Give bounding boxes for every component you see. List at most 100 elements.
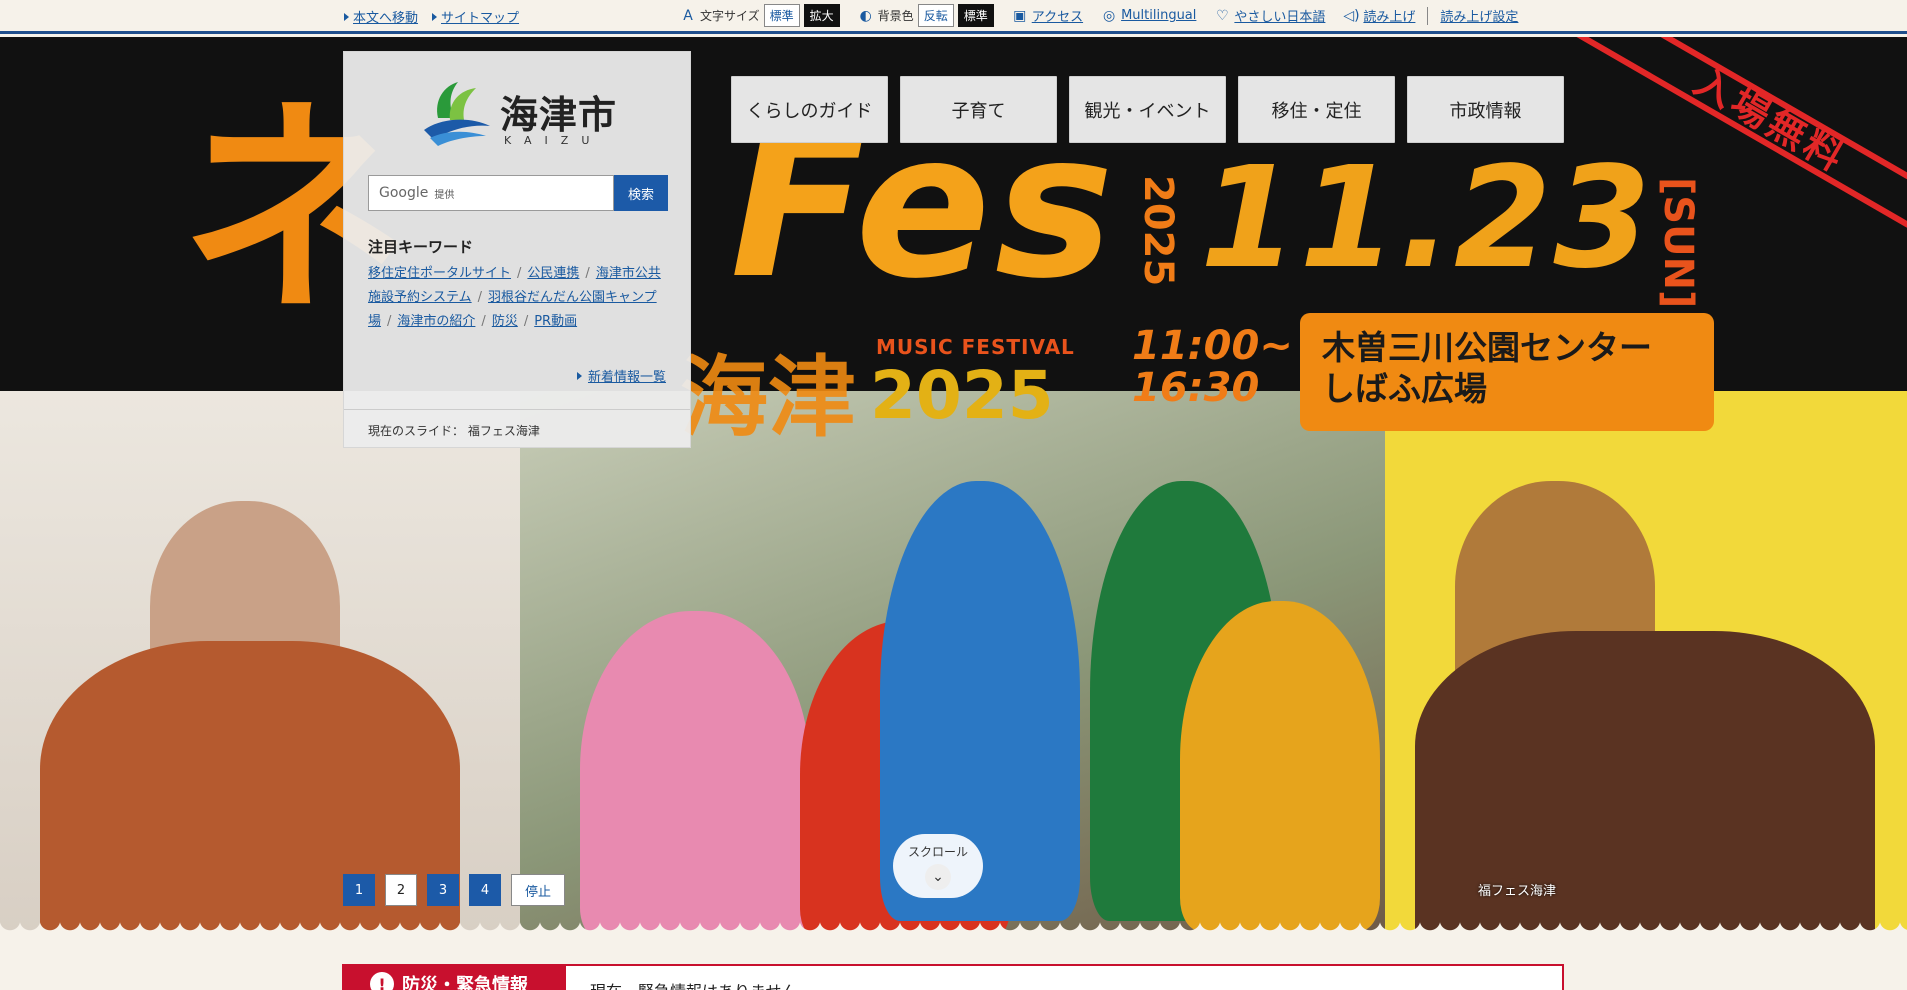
triangle-icon: [432, 12, 438, 21]
banner-venue-line2: しばふ広場: [1322, 369, 1487, 409]
emergency-info-label: 防災・緊急情報: [402, 975, 528, 990]
current-slide-status: 現在のスライド： 福フェス海津: [344, 409, 690, 449]
keywords-title: 注目キーワード: [368, 238, 474, 256]
artist-photo-right: [1385, 391, 1907, 935]
global-nav: くらしのガイド 子育て 観光・イベント 移住・定住 市政情報: [731, 76, 1564, 143]
nav-tab-living-guide[interactable]: くらしのガイド: [731, 76, 888, 143]
keyword-separator: /: [481, 314, 486, 329]
scroll-label: スクロール: [907, 844, 968, 859]
font-size-label: 文字サイズ: [700, 9, 760, 23]
banner-venue-line1: 木曽三川公園センター: [1322, 328, 1652, 367]
easy-japanese-link-group[interactable]: ♡ やさしい日本語: [1214, 6, 1325, 26]
banner-day: [SUN]: [1655, 177, 1701, 309]
multilingual-link-group[interactable]: ◎ Multilingual: [1101, 8, 1196, 24]
banner-venue: 木曽三川公園センター しばふ広場: [1300, 313, 1714, 431]
sitemap-label: サイトマップ: [441, 11, 520, 26]
news-list-label: 新着情報一覧: [587, 370, 666, 385]
utility-links: 本文へ移動 サイトマップ: [344, 7, 519, 26]
city-logo-name: 海津市: [500, 93, 618, 137]
sitemap-link[interactable]: サイトマップ: [432, 7, 519, 26]
utility-bar: 本文へ移動 サイトマップ A 文字サイズ 標準 拡大 ◐ 背景色 反転 標準 ▣…: [0, 0, 1907, 34]
divider: [1427, 6, 1429, 25]
city-logo-name-en: KAIZU: [504, 134, 603, 147]
chevron-down-icon: ⌄: [925, 863, 951, 890]
accessibility-tools: A 文字サイズ 標準 拡大 ◐ 背景色 反転 標準 ▣ アクセス ◎ Multi…: [680, 4, 1518, 27]
slide-page-button[interactable]: 3: [427, 874, 459, 906]
banner-city-name: 海津: [680, 346, 857, 449]
banner-date: 11.23: [1200, 137, 1653, 300]
skip-to-content-link[interactable]: 本文へ移動: [344, 7, 418, 26]
keyword-link[interactable]: 海津市の紹介: [397, 314, 475, 329]
slide-pager: 1 2 3 4 停止: [343, 874, 565, 906]
banner-time-end: 16:30: [1132, 365, 1260, 411]
font-size-group: A 文字サイズ 標準 拡大: [680, 4, 840, 27]
band-member-yellow: [1180, 601, 1380, 931]
search-provided-label: 提供: [434, 189, 455, 201]
search-brand: Google: [379, 185, 429, 201]
multilingual-link[interactable]: Multilingual: [1121, 8, 1196, 23]
read-aloud-settings-link[interactable]: 読み上げ設定: [1440, 6, 1518, 25]
skip-to-content-label: 本文へ移動: [353, 11, 419, 26]
nav-tab-city-info[interactable]: 市政情報: [1407, 76, 1564, 143]
read-aloud-link[interactable]: 読み上げ: [1363, 6, 1415, 25]
keyword-separator: /: [523, 314, 529, 329]
bg-color-label: 背景色: [877, 9, 914, 23]
search-button[interactable]: 検索: [614, 175, 668, 211]
bg-color-group: ◐ 背景色 反転 標準: [858, 4, 994, 27]
keyword-separator: /: [517, 266, 522, 281]
keyword-separator: /: [585, 266, 590, 281]
triangle-icon: [576, 371, 582, 380]
heart-icon: ♡: [1216, 7, 1229, 24]
city-logo-mark-icon: [424, 82, 490, 146]
slide-page-button[interactable]: 2: [385, 874, 417, 906]
keyword-link[interactable]: 公民連携: [527, 266, 579, 281]
current-slide-label: 現在のスライド：: [368, 424, 465, 438]
news-list-link[interactable]: 新着情報一覧: [576, 366, 666, 385]
keyword-separator: /: [477, 290, 483, 305]
access-link-group[interactable]: ▣ アクセス: [1012, 6, 1083, 26]
alert-icon: !: [370, 972, 394, 990]
bg-invert-button[interactable]: 反転: [917, 4, 954, 27]
emergency-info-text: 現在、緊急情報はありません: [566, 966, 822, 990]
banner-time: 11:00~ 16:30: [1132, 325, 1293, 409]
search-input[interactable]: Google 提供: [368, 175, 614, 211]
banner-time-start: 11:00~: [1132, 323, 1293, 369]
font-size-icon: A: [683, 7, 693, 24]
scroll-down-button[interactable]: スクロール ⌄: [893, 834, 983, 898]
keyword-link[interactable]: 防災: [492, 314, 518, 329]
banner-music-festival: MUSIC FESTIVAL: [876, 335, 1075, 359]
keyword-link[interactable]: 移住定住ポータルサイト: [368, 266, 511, 281]
band-member-pink: [580, 611, 810, 935]
banner-year-vertical: 2025: [1135, 175, 1181, 287]
current-slide-title: 福フェス海津: [467, 424, 540, 438]
hero-slideshow: ネ Fes 海津 MUSIC FESTIVAL 2025 2025 11.23 …: [0, 37, 1907, 935]
city-logo[interactable]: 海津市 KAIZU: [420, 78, 620, 150]
site-search: Google 提供 検索: [368, 175, 668, 211]
slide-caption: 福フェス海津: [1478, 884, 1557, 899]
slide-stop-button[interactable]: 停止: [511, 874, 565, 906]
emergency-info-label-box: ! 防災・緊急情報: [344, 966, 566, 990]
triangle-icon: [344, 12, 349, 21]
keyword-separator: /: [387, 314, 392, 329]
banner-year: 2025: [870, 357, 1054, 434]
train-icon: ▣: [1013, 7, 1027, 24]
nav-tab-childcare[interactable]: 子育て: [900, 76, 1057, 143]
wave-divider: [0, 920, 1907, 935]
artist-photo-left: [0, 391, 520, 935]
globe-icon: ◎: [1102, 7, 1116, 24]
font-large-button[interactable]: 拡大: [803, 4, 840, 27]
keyword-link[interactable]: PR動画: [534, 314, 577, 329]
slide-page-button[interactable]: 4: [469, 874, 501, 906]
easy-japanese-link[interactable]: やさしい日本語: [1234, 6, 1325, 25]
access-link[interactable]: アクセス: [1032, 6, 1083, 25]
font-standard-button[interactable]: 標準: [763, 4, 800, 27]
nav-tab-tourism-events[interactable]: 観光・イベント: [1069, 76, 1226, 143]
speaker-icon: ◁): [1343, 7, 1360, 24]
bg-standard-button[interactable]: 標準: [957, 4, 994, 27]
palette-icon: ◐: [859, 7, 872, 24]
slide-page-button[interactable]: 1: [343, 874, 375, 906]
read-aloud-link-group[interactable]: ◁) 読み上げ 読み上げ設定: [1343, 6, 1518, 25]
emergency-info-bar: ! 防災・緊急情報 現在、緊急情報はありません: [342, 964, 1564, 990]
keywords-list: 移住定住ポータルサイト / 公民連携 / 海津市公共施設予約システム / 羽根谷だんだん公園…: [368, 262, 672, 334]
nav-tab-relocation[interactable]: 移住・定住: [1238, 76, 1395, 143]
